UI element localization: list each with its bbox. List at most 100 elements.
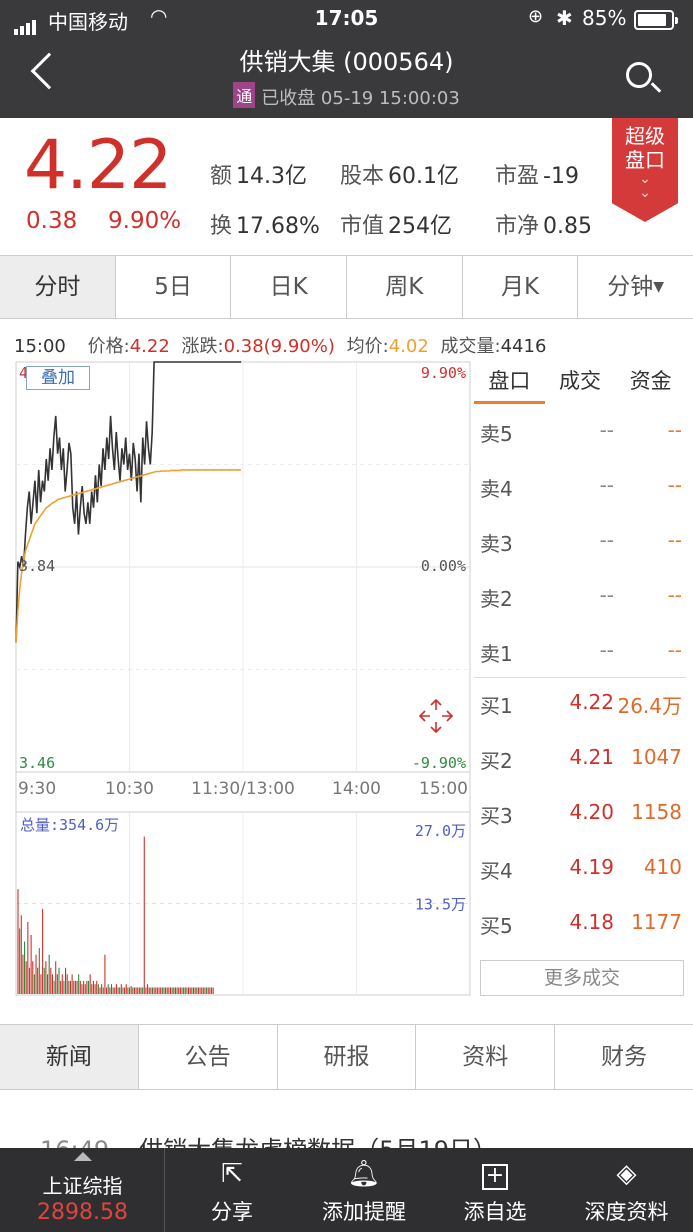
battery-percent: 85% xyxy=(582,6,627,30)
y-axis-label-right: -9.90% xyxy=(412,754,466,772)
tab-profile[interactable]: 资料 xyxy=(416,1025,556,1089)
x-axis-label: 11:30/13:00 xyxy=(191,779,295,799)
top-bar: 中国移动 ◠ 17:05 ⊕ ✱ 85% 供销大集 (000564) 通已收盘 … xyxy=(0,0,693,118)
stock-title: 供销大集 (000564) xyxy=(239,48,454,76)
buy-price: 4.22 xyxy=(569,690,614,714)
x-axis-label: 15:00 xyxy=(419,779,468,799)
buy-row: 买2 4.21 1047 xyxy=(480,745,686,775)
index-value: 2898.58 xyxy=(37,1200,128,1225)
overlay-button[interactable]: 叠加 xyxy=(26,366,90,390)
intraday-chart[interactable]: 4.223.843.469.90%0.00%-9.90%9:3010:3011:… xyxy=(0,358,474,1000)
tab-financials[interactable]: 财务 xyxy=(555,1025,693,1089)
sell-level: 卖5 xyxy=(480,422,513,446)
search-icon[interactable] xyxy=(626,62,652,88)
status-bar: 中国移动 ◠ 17:05 ⊕ ✱ 85% xyxy=(0,0,693,38)
sell-level: 卖4 xyxy=(480,477,513,501)
expand-up-icon xyxy=(74,1152,92,1161)
info-time: 15:00 xyxy=(14,336,66,357)
price-line xyxy=(15,361,242,643)
share-icon: ⇱ xyxy=(221,1159,243,1189)
tab-research[interactable]: 研报 xyxy=(278,1025,417,1089)
caret-down-icon: ▼ xyxy=(653,279,665,295)
deep-data-button[interactable]: ◈ 深度资料 xyxy=(560,1148,693,1232)
index-name: 上证综指 xyxy=(42,1174,123,1198)
stat-pb: 市净 0.85 xyxy=(495,214,592,239)
sell-row: 卖5 -- -- xyxy=(480,418,686,448)
share-button[interactable]: ⇱ 分享 xyxy=(166,1148,298,1232)
sell-level: 卖2 xyxy=(480,587,513,611)
sell-volume: -- xyxy=(667,638,682,662)
sell-price: -- xyxy=(599,418,614,442)
buy-row: 买3 4.20 1158 xyxy=(480,800,686,830)
volume-tick-label: 13.5万 xyxy=(415,896,466,914)
add-watchlist-button[interactable]: + 添自选 xyxy=(430,1148,560,1232)
sell-row: 卖3 -- -- xyxy=(480,528,686,558)
order-book: 盘口 成交 资金 卖5 -- -- 卖4 -- -- 卖3 -- -- 卖2 -- -- 卖1 -- -- 买… xyxy=(474,362,693,1002)
y-axis-label-left: 3.46 xyxy=(19,754,55,772)
x-axis-label: 14:00 xyxy=(332,779,381,799)
layers-icon: ◈ xyxy=(616,1159,637,1189)
buy-price: 4.18 xyxy=(569,910,614,934)
index-ticker[interactable]: 上证综指 2898.58 xyxy=(0,1148,165,1232)
buy-level: 买2 xyxy=(480,749,513,773)
buy-volume: 1177 xyxy=(631,910,682,934)
sell-price: -- xyxy=(599,583,614,607)
buy-volume: 26.4万 xyxy=(617,694,682,718)
stat-pe: 市盈 -19 xyxy=(495,164,579,189)
buy-volume: 410 xyxy=(643,855,682,879)
last-price: 4.22 xyxy=(24,126,172,205)
sell-price: -- xyxy=(599,528,614,552)
rotation-lock-icon: ⊕ xyxy=(528,6,544,27)
tab-daily-k[interactable]: 日K xyxy=(231,256,348,318)
stat-share-capital: 股本 60.1亿 xyxy=(340,164,460,189)
order-book-tabs: 盘口 成交 资金 xyxy=(474,362,686,404)
volume-tick-label: 27.0万 xyxy=(415,822,466,840)
tab-5day[interactable]: 5日 xyxy=(116,256,232,318)
sell-row: 卖4 -- -- xyxy=(480,473,686,503)
buy-price: 4.20 xyxy=(569,800,614,824)
buy-row: 买5 4.18 1177 xyxy=(480,910,686,940)
tab-announcements[interactable]: 公告 xyxy=(139,1025,278,1089)
news-tabs: 新闻 公告 研报 资料 财务 xyxy=(0,1024,693,1090)
sell-price: -- xyxy=(599,638,614,662)
market-status: 通已收盘 05-19 15:00:03 xyxy=(0,82,693,110)
market-status-text: 已收盘 05-19 15:00:03 xyxy=(261,88,460,109)
buy-level: 买5 xyxy=(480,914,513,938)
tab-weekly-k[interactable]: 周K xyxy=(347,256,463,318)
stat-market-cap: 市值 254亿 xyxy=(340,214,453,239)
sell-row: 卖1 -- -- xyxy=(480,638,686,668)
tab-orderbook[interactable]: 盘口 xyxy=(474,362,545,404)
sell-level: 卖1 xyxy=(480,642,513,666)
connect-badge: 通 xyxy=(233,82,256,108)
book-divider xyxy=(474,677,686,678)
tab-news[interactable]: 新闻 xyxy=(0,1025,139,1089)
volume-total-label: 总量:354.6万 xyxy=(20,816,119,834)
info-volume: 4416 xyxy=(500,336,547,357)
info-avg: 4.02 xyxy=(388,336,429,357)
sell-volume: -- xyxy=(667,583,682,607)
tab-fund-flow[interactable]: 资金 xyxy=(615,362,686,404)
alarm-icon: 🔔︎ xyxy=(347,1159,381,1189)
x-axis-label: 9:30 xyxy=(18,779,56,799)
sell-level: 卖3 xyxy=(480,532,513,556)
tab-intraday[interactable]: 分时 xyxy=(0,256,116,318)
tab-minute[interactable]: 分钟▼ xyxy=(578,256,693,318)
buy-level: 买1 xyxy=(480,694,513,718)
stat-turnover-rate: 换 17.68% xyxy=(210,214,320,239)
tab-monthly-k[interactable]: 月K xyxy=(463,256,579,318)
y-axis-label-left: 3.84 xyxy=(19,557,55,575)
battery-icon xyxy=(634,10,678,30)
buy-level: 买3 xyxy=(480,804,513,828)
price-change: 0.38 xyxy=(26,208,78,234)
super-orderbook-button[interactable]: 超级 盘口 ⌄ ⌄ xyxy=(612,118,678,222)
sell-row: 卖2 -- -- xyxy=(480,583,686,613)
buy-volume: 1047 xyxy=(631,745,682,769)
more-trades-button[interactable]: 更多成交 xyxy=(480,960,684,996)
sell-volume: -- xyxy=(667,473,682,497)
fullscreen-icon[interactable] xyxy=(418,698,454,734)
sell-volume: -- xyxy=(667,418,682,442)
add-alert-button[interactable]: 🔔︎ 添加提醒 xyxy=(298,1148,430,1232)
buy-price: 4.19 xyxy=(569,855,614,879)
tab-trades[interactable]: 成交 xyxy=(545,362,616,404)
sell-volume: -- xyxy=(667,528,682,552)
